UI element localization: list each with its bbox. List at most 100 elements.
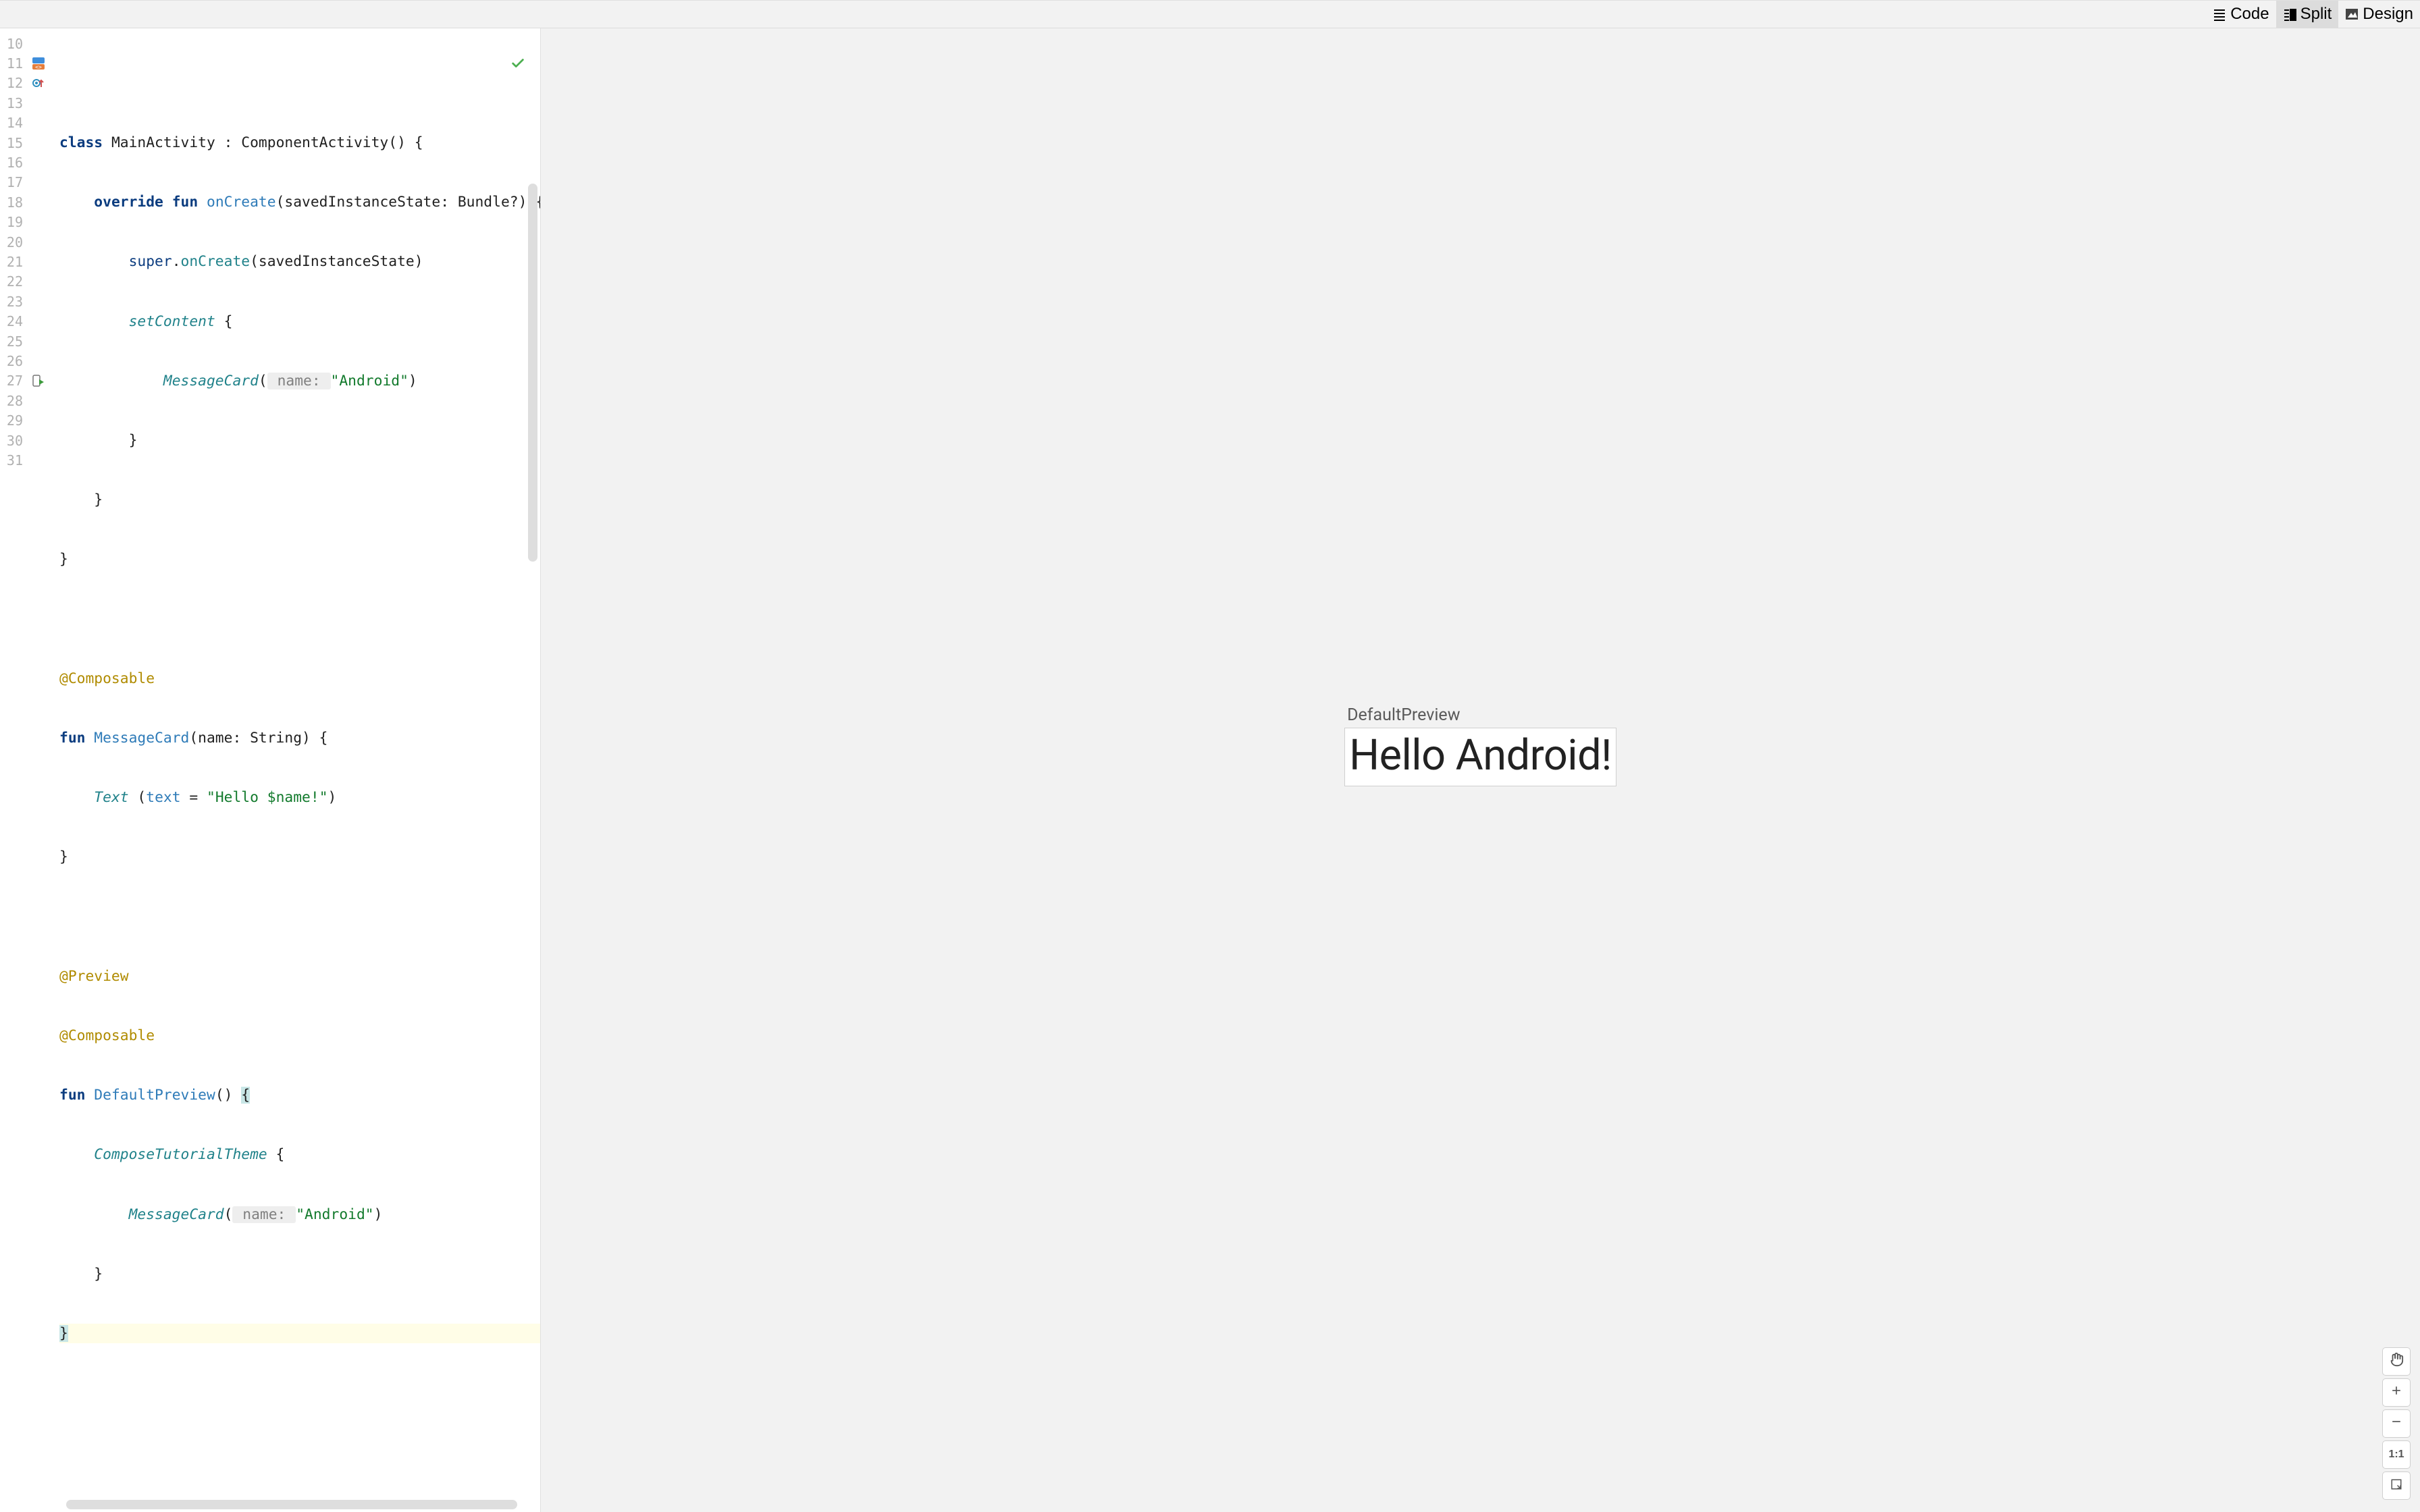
code-line: ComposeTutorialTheme { [59,1145,540,1164]
gutter-line[interactable]: 10 [0,34,59,53]
gutter-line[interactable]: 19 [0,213,59,232]
gutter-line[interactable]: 25 [0,331,59,351]
code-line [59,907,540,927]
line-number: 24 [7,313,23,329]
gutter-line[interactable]: 31 [0,450,59,470]
view-mode-tabs: Code Split Design [0,0,2420,28]
zoom-fit-button[interactable] [2382,1472,2411,1500]
run-preview-icon[interactable] [31,373,46,388]
tab-code[interactable]: Code [2206,1,2276,28]
gutter-line[interactable]: 14 [0,113,59,133]
line-number: 10 [7,36,23,52]
code-line [59,610,540,629]
gutter-line[interactable]: 24 [0,311,59,331]
one-to-one-label: 1:1 [2388,1449,2404,1461]
gutter-line[interactable]: 27 [0,371,59,391]
line-number: 25 [7,333,23,350]
code-line: } [59,549,540,569]
line-number: 23 [7,294,23,310]
gutter-line[interactable]: 28 [0,391,59,410]
image-icon [2345,7,2359,21]
line-number: 14 [7,115,23,131]
line-number: 21 [7,254,23,270]
line-number: 22 [7,273,23,290]
line-number: 18 [7,194,23,211]
preview-panel: DefaultPreview Hello Android! [540,28,2420,1512]
line-number: 16 [7,155,23,171]
tab-split-label: Split [2300,5,2332,24]
code-line: MessageCard( name: "Android") [59,371,540,391]
gutter-line[interactable]: 12 [0,74,59,93]
svg-text:<>: <> [35,64,42,70]
code-line: @Composable [59,1026,540,1046]
class-icon: <> [31,56,46,71]
code-line: } [59,847,540,867]
gutter-line[interactable]: 26 [0,351,59,371]
lines-icon [2213,7,2226,21]
zoom-toolbar: 1:1 [2382,1347,2411,1500]
gutter-line[interactable]: 23 [0,292,59,311]
code-line: } [59,1324,540,1343]
code-line: Text (text = "Hello $name!") [59,788,540,807]
plus-icon [2390,1384,2403,1401]
line-number: 15 [7,135,23,151]
preview-surface[interactable]: Hello Android! [1344,728,1616,786]
code-line: @Composable [59,669,540,688]
gutter-line[interactable]: 21 [0,252,59,271]
code-line: } [59,490,540,510]
gutter: 10 11 <> 12 13 14 15 16 17 18 19 20 21 22 23 24 25 26 27 28… [0,28,59,1512]
preview-title: DefaultPreview [1344,705,1616,725]
line-number: 27 [7,373,23,389]
code-line: fun MessageCard(name: String) { [59,728,540,748]
zoom-in-button[interactable] [2382,1378,2411,1407]
horizontal-scrollbar[interactable] [66,1500,517,1509]
line-number: 30 [7,433,23,449]
line-number: 12 [7,75,23,91]
line-number: 17 [7,174,23,190]
code-line: override fun onCreate(savedInstanceState… [59,192,540,212]
pan-button[interactable] [2382,1347,2411,1376]
tab-design[interactable]: Design [2338,1,2420,28]
gutter-line[interactable]: 30 [0,431,59,450]
fit-icon [2390,1477,2402,1494]
code-line: @Preview [59,967,540,986]
code-line: } [59,1264,540,1284]
override-icon [31,76,46,90]
zoom-out-button[interactable] [2382,1409,2411,1438]
line-number: 13 [7,95,23,111]
code-area[interactable]: class MainActivity : ComponentActivity()… [59,28,540,1512]
minus-icon [2390,1415,2403,1432]
tab-design-label: Design [2363,5,2413,24]
hand-icon [2389,1352,2404,1371]
gutter-line[interactable]: 17 [0,173,59,192]
line-number: 20 [7,234,23,250]
code-line: super.onCreate(savedInstanceState) [59,252,540,271]
code-line: class MainActivity : ComponentActivity()… [59,133,540,153]
code-line: setContent { [59,312,540,331]
gutter-line[interactable]: 13 [0,93,59,113]
code-line: } [59,431,540,450]
zoom-reset-button[interactable]: 1:1 [2382,1440,2411,1469]
gutter-line[interactable]: 22 [0,272,59,292]
code-line: fun DefaultPreview() { [59,1085,540,1105]
vertical-scrollbar[interactable] [528,184,537,562]
line-number: 28 [7,393,23,409]
gutter-line[interactable]: 15 [0,133,59,153]
split-icon [2283,7,2296,21]
gutter-line[interactable]: 18 [0,192,59,212]
check-icon [424,36,525,97]
code-line: MessageCard( name: "Android") [59,1205,540,1224]
gutter-line[interactable]: 29 [0,410,59,430]
line-number: 19 [7,214,23,230]
line-number: 11 [7,55,23,72]
line-number: 26 [7,353,23,369]
preview-text: Hello Android! [1349,731,1612,780]
gutter-line[interactable]: 11 <> [0,53,59,73]
line-number: 29 [7,412,23,429]
gutter-line[interactable]: 20 [0,232,59,252]
tab-code-label: Code [2230,5,2269,24]
gutter-line[interactable]: 16 [0,153,59,172]
tab-split[interactable]: Split [2276,1,2339,28]
code-editor-panel: 10 11 <> 12 13 14 15 16 17 18 19 20 21 22 23 24 25 26 27 28… [0,28,540,1512]
line-number: 31 [7,452,23,468]
